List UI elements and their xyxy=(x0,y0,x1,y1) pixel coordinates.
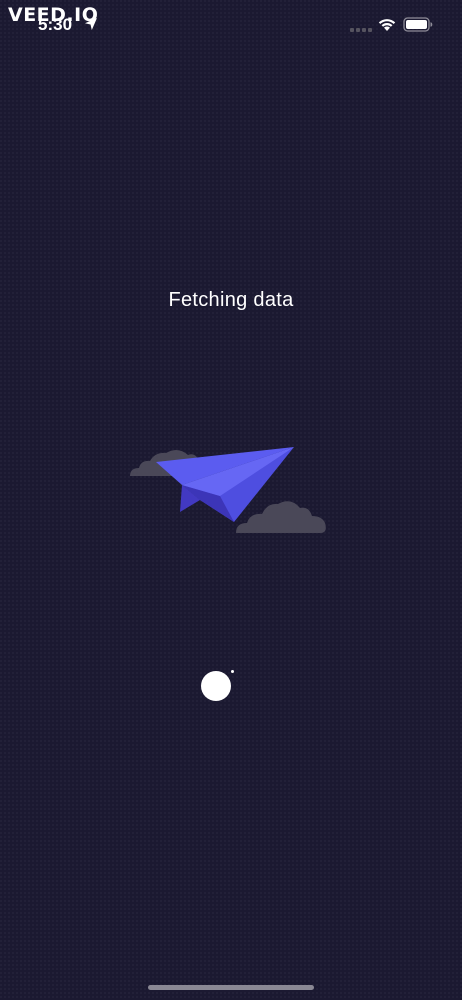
status-bar: VEED.IO 5:30 xyxy=(0,0,462,50)
spinner-ball xyxy=(201,671,231,701)
home-indicator[interactable] xyxy=(148,985,314,990)
location-arrow-icon xyxy=(85,18,97,30)
loading-screen: VEED.IO 5:30 Fetching data xyxy=(0,0,462,1000)
battery-icon xyxy=(403,17,433,32)
status-time: 5:30 xyxy=(38,15,73,34)
cellular-signal-icon xyxy=(350,28,372,32)
spinner-dot xyxy=(231,670,234,673)
cloud-right-icon xyxy=(236,501,326,533)
paper-plane-illustration xyxy=(130,447,326,533)
loading-title: Fetching data xyxy=(168,289,294,311)
wifi-icon xyxy=(378,19,396,31)
loading-spinner xyxy=(200,670,236,706)
